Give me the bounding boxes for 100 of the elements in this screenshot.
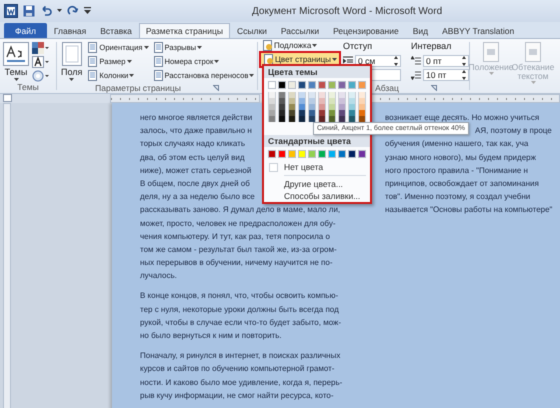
undo-icon[interactable] (40, 5, 52, 17)
caret-icon (214, 60, 220, 63)
color-swatch[interactable] (308, 98, 316, 104)
color-swatch[interactable] (348, 116, 356, 122)
save-icon[interactable] (23, 5, 35, 17)
color-swatch[interactable] (268, 110, 276, 116)
indent-field[interactable]: 0 см (355, 54, 401, 66)
color-swatch[interactable] (358, 116, 366, 122)
color-swatch[interactable] (348, 81, 356, 89)
word-logo-icon[interactable] (4, 4, 18, 18)
color-swatch[interactable] (298, 116, 306, 122)
color-swatch[interactable] (268, 104, 276, 110)
color-swatch[interactable] (298, 104, 306, 110)
color-swatch[interactable] (298, 98, 306, 104)
color-swatch[interactable] (328, 98, 336, 104)
color-swatch[interactable] (318, 81, 326, 89)
color-swatch[interactable] (278, 81, 286, 89)
color-swatch[interactable] (348, 104, 356, 110)
color-swatch[interactable] (288, 98, 296, 104)
color-swatch[interactable] (288, 150, 296, 158)
color-swatch[interactable] (328, 116, 336, 122)
color-swatch[interactable] (298, 110, 306, 116)
color-swatch[interactable] (298, 81, 306, 89)
tab-selector[interactable] (3, 94, 12, 102)
color-swatch[interactable] (348, 98, 356, 104)
color-swatch[interactable] (318, 110, 326, 116)
color-swatch[interactable] (268, 81, 276, 89)
color-swatch[interactable] (328, 104, 336, 110)
color-swatch[interactable] (308, 81, 316, 89)
color-swatch[interactable] (278, 104, 286, 110)
ribbon-tab[interactable]: Рецензирование (326, 23, 406, 38)
color-swatch[interactable] (278, 110, 286, 116)
color-swatch[interactable] (308, 110, 316, 116)
redo-icon[interactable] (67, 5, 79, 17)
color-swatch[interactable] (348, 110, 356, 116)
color-swatch[interactable] (338, 150, 346, 158)
ribbon-tab[interactable]: Рассылки (274, 23, 326, 38)
color-swatch[interactable] (288, 81, 296, 89)
color-swatch[interactable] (338, 98, 346, 104)
spacing-after-field[interactable]: 10 пт (423, 68, 469, 80)
color-swatch[interactable] (298, 92, 306, 98)
caret-icon[interactable] (57, 9, 62, 13)
color-swatch[interactable] (348, 150, 356, 158)
ribbon-tab[interactable]: Вид (406, 23, 436, 38)
color-swatch[interactable] (278, 150, 286, 158)
color-swatch[interactable] (338, 81, 346, 89)
color-swatch[interactable] (338, 116, 346, 122)
color-swatch[interactable] (328, 92, 336, 98)
color-swatch[interactable] (348, 92, 356, 98)
ribbon-tab[interactable]: ABBYY Translation (435, 23, 522, 38)
file-menu-button[interactable]: Файл (4, 23, 47, 38)
color-swatch[interactable] (338, 92, 346, 98)
color-swatch[interactable] (358, 150, 366, 158)
color-swatch[interactable] (358, 81, 366, 89)
color-swatch[interactable] (298, 150, 306, 158)
color-swatch[interactable] (288, 110, 296, 116)
menu-item[interactable]: Другие цвета... (264, 178, 370, 190)
color-swatch[interactable] (268, 150, 276, 158)
color-swatch[interactable] (358, 98, 366, 104)
menu-item[interactable]: Способы заливки... (264, 190, 370, 202)
color-swatch[interactable] (318, 116, 326, 122)
ribbon-tab[interactable]: Разметка страницы (138, 23, 230, 38)
font-icon[interactable] (32, 56, 49, 68)
customize-toolbar-icon[interactable] (84, 7, 91, 15)
color-swatch[interactable] (268, 116, 276, 122)
color-palette-icon[interactable] (32, 42, 49, 54)
color-swatch[interactable] (308, 92, 316, 98)
color-swatch[interactable] (328, 110, 336, 116)
effects-icon[interactable] (32, 70, 49, 82)
menu-item[interactable]: Нет цвета (284, 161, 328, 173)
color-swatch[interactable] (338, 104, 346, 110)
ribbon-tab[interactable]: Вставка (93, 23, 139, 38)
dialog-launcher-icon[interactable] (430, 84, 437, 90)
color-swatch[interactable] (278, 116, 286, 122)
color-swatch[interactable] (268, 98, 276, 104)
color-swatch[interactable] (318, 150, 326, 158)
color-swatch[interactable] (308, 150, 316, 158)
color-swatch[interactable] (288, 92, 296, 98)
color-swatch[interactable] (318, 104, 326, 110)
color-swatch[interactable] (318, 92, 326, 98)
color-swatch[interactable] (358, 92, 366, 98)
color-swatch[interactable] (358, 104, 366, 110)
color-swatch[interactable] (308, 104, 316, 110)
themes-button[interactable]: Темы (0, 41, 32, 82)
dialog-launcher-icon[interactable] (212, 84, 219, 90)
color-swatch[interactable] (358, 110, 366, 116)
ribbon-tab[interactable]: Главная (46, 23, 94, 38)
ribbon-tab[interactable]: Ссылки (230, 23, 274, 38)
color-swatch[interactable] (338, 110, 346, 116)
color-swatch[interactable] (328, 150, 336, 158)
color-swatch[interactable] (278, 98, 286, 104)
spacing-before-field[interactable]: 0 пт (423, 54, 469, 66)
color-swatch[interactable] (318, 98, 326, 104)
color-swatch[interactable] (288, 116, 296, 122)
color-swatch[interactable] (308, 116, 316, 122)
color-swatch[interactable] (268, 92, 276, 98)
color-swatch[interactable] (288, 104, 296, 110)
color-swatch[interactable] (328, 81, 336, 89)
margins-button[interactable]: Поля (57, 41, 86, 82)
color-swatch[interactable] (278, 92, 286, 98)
